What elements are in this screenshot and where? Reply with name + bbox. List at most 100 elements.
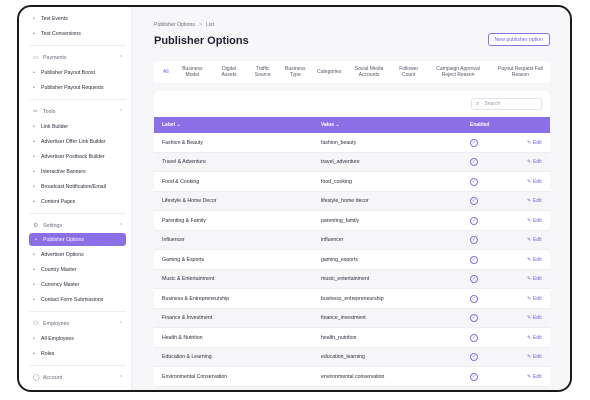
- bullet-icon: •: [33, 267, 35, 273]
- edit-button[interactable]: ✎ Edit: [527, 192, 542, 211]
- sidebar-item-broadcast-notification[interactable]: • Broadcast Notification/Email: [33, 184, 106, 190]
- divider: [29, 45, 126, 46]
- sidebar-section-account[interactable]: ◯ Account ⌃: [33, 374, 125, 382]
- edit-button[interactable]: ✎ Edit: [527, 270, 542, 289]
- edit-button[interactable]: ✎ Edit: [527, 387, 542, 391]
- tab-business-type[interactable]: Business Type: [279, 66, 313, 78]
- new-publisher-option-button[interactable]: New publisher option: [487, 33, 550, 46]
- sidebar-item-test-events[interactable]: • Test Events: [33, 16, 68, 22]
- bullet-icon: •: [33, 154, 35, 160]
- tab-payout-request-fail-reason[interactable]: Payout Request Fail Reason: [491, 66, 550, 78]
- enabled-toggle[interactable]: ✓: [470, 387, 478, 391]
- table-row: Business & Entrepreneurship business_entr…: [154, 289, 550, 309]
- edit-button[interactable]: ✎ Edit: [527, 172, 542, 191]
- enabled-toggle[interactable]: ✓: [470, 250, 478, 269]
- sidebar-item-test-conversions[interactable]: • Test Conversions: [33, 31, 81, 37]
- column-header-label[interactable]: Label ⌄: [162, 117, 181, 133]
- enabled-toggle[interactable]: ✓: [470, 231, 478, 250]
- edit-button[interactable]: ✎ Edit: [527, 367, 542, 386]
- table-card: ⌕ Search Label ⌄ Value ⌄ Enabled Fashion…: [154, 91, 550, 390]
- enabled-toggle[interactable]: ✓: [470, 328, 478, 347]
- enabled-toggle[interactable]: ✓: [470, 211, 478, 230]
- check-circle-icon: ✓: [470, 216, 478, 225]
- sidebar-item-advertiser-offer-link-builder[interactable]: • Advertiser Offer Link Builder: [33, 139, 106, 145]
- edit-button[interactable]: ✎ Edit: [527, 231, 542, 250]
- search-icon: ⌕: [476, 100, 480, 107]
- edit-icon: ✎: [527, 276, 532, 282]
- row-label: Food & Cooking: [162, 178, 200, 185]
- enabled-toggle[interactable]: ✓: [470, 270, 478, 289]
- enabled-toggle[interactable]: ✓: [470, 309, 478, 328]
- edit-button[interactable]: ✎ Edit: [527, 250, 542, 269]
- bullet-icon: •: [33, 70, 35, 76]
- enabled-toggle[interactable]: ✓: [470, 172, 478, 191]
- sidebar-item-interactive-banners[interactable]: • Interactive Banners: [33, 169, 86, 175]
- sidebar: • Test Events • Test Conversions ▭ Payments…: [19, 7, 132, 390]
- sidebar-item-all-employees[interactable]: • All Employees: [33, 336, 74, 342]
- enabled-toggle[interactable]: ✓: [470, 192, 478, 211]
- breadcrumb-parent[interactable]: Publisher Options: [154, 22, 195, 28]
- tab-all[interactable]: All: [158, 69, 174, 75]
- tab-digital-assets[interactable]: Digital Assets: [211, 66, 247, 78]
- chevron-down-icon: ⌄: [335, 122, 340, 128]
- search-input[interactable]: ⌕ Search: [471, 98, 542, 110]
- gear-icon: ⚙: [33, 223, 39, 229]
- tab-follower-count[interactable]: Follower Count: [392, 66, 426, 78]
- edit-button[interactable]: ✎ Edit: [527, 153, 542, 172]
- row-value: food_cooking: [321, 178, 352, 185]
- enabled-toggle[interactable]: ✓: [470, 133, 478, 152]
- edit-icon: ✎: [527, 334, 532, 341]
- sidebar-item-roles[interactable]: • Roles: [33, 351, 54, 357]
- enabled-toggle[interactable]: ✓: [470, 348, 478, 367]
- sidebar-item-publisher-payout-boost[interactable]: • Publisher Payout Boost: [33, 70, 95, 76]
- main-content: Publisher Options > List Publisher Options…: [132, 7, 570, 390]
- row-value: finance_investment: [321, 315, 366, 321]
- divider: [29, 213, 126, 214]
- sidebar-item-advertiser-postback-builder[interactable]: • Advertiser Postback Builder: [33, 154, 105, 160]
- tab-business-model[interactable]: Business Model: [174, 66, 212, 78]
- tab-social-media-accounts[interactable]: Social Media Accounts: [346, 66, 392, 78]
- edit-icon: ✎: [527, 139, 532, 146]
- sidebar-section-employees[interactable]: ⚇ Employees ⌃: [33, 320, 125, 328]
- column-header-value[interactable]: Value ⌄: [321, 117, 340, 133]
- edit-button[interactable]: ✎ Edit: [527, 328, 542, 347]
- check-circle-icon: ✓: [470, 372, 478, 381]
- sidebar-item-content-pages[interactable]: • Content Pages: [33, 199, 75, 205]
- row-value: business_entrepreneurship: [321, 295, 384, 302]
- sidebar-item-link-builder[interactable]: • Link Builder: [33, 124, 68, 130]
- sidebar-item-country-master[interactable]: • Country Master: [33, 267, 76, 273]
- sidebar-section-tools[interactable]: ✂ Tools ⌃: [33, 108, 125, 116]
- sidebar-item-publisher-payout-requests[interactable]: • Publisher Payout Requests: [33, 85, 104, 91]
- table-row: Fashion & Beauty fashion_beauty ✓ ✎ Edit: [154, 133, 550, 153]
- edit-button[interactable]: ✎ Edit: [527, 133, 542, 152]
- table-header: Label ⌄ Value ⌄ Enabled: [154, 117, 550, 133]
- chevron-up-icon: ⌃: [118, 54, 123, 61]
- bullet-icon: •: [33, 184, 35, 190]
- sidebar-item-advertiser-options[interactable]: • Advertiser Options: [33, 252, 84, 258]
- chevron-up-icon: ⌃: [118, 108, 123, 115]
- edit-button[interactable]: ✎ Edit: [527, 289, 542, 308]
- bullet-icon: •: [33, 282, 35, 288]
- tab-categories[interactable]: Categories: [312, 69, 346, 75]
- check-circle-icon: ✓: [470, 353, 478, 361]
- row-label: Finance & Investment: [162, 315, 213, 321]
- chevron-up-icon: ⌃: [118, 320, 123, 327]
- sidebar-item-publisher-options[interactable]: • Publisher Options: [29, 233, 126, 246]
- enabled-toggle[interactable]: ✓: [470, 367, 478, 386]
- sidebar-section-settings[interactable]: ⚙ Settings ⌃: [33, 222, 125, 230]
- tab-traffic-source[interactable]: Traffic Source: [247, 66, 279, 78]
- edit-button[interactable]: ✎ Edit: [527, 211, 542, 230]
- sidebar-item-currency-master[interactable]: • Currency Master: [33, 282, 79, 288]
- tab-campaign-approval-reject-reason[interactable]: Campaign Approval Reject Reason: [426, 66, 491, 78]
- row-label: Music & Entertainment: [162, 276, 215, 282]
- bullet-icon: •: [33, 31, 35, 37]
- check-circle-icon: ✓: [470, 177, 478, 186]
- edit-button[interactable]: ✎ Edit: [527, 309, 542, 328]
- edit-icon: ✎: [527, 295, 532, 302]
- enabled-toggle[interactable]: ✓: [470, 153, 478, 172]
- enabled-toggle[interactable]: ✓: [470, 289, 478, 308]
- sidebar-section-payments[interactable]: ▭ Payments ⌃: [33, 54, 125, 62]
- sidebar-item-contact-form-submissions[interactable]: • Contact Form Submissions: [33, 297, 103, 303]
- row-label: Environmental Conservation: [162, 373, 228, 380]
- edit-button[interactable]: ✎ Edit: [527, 348, 542, 367]
